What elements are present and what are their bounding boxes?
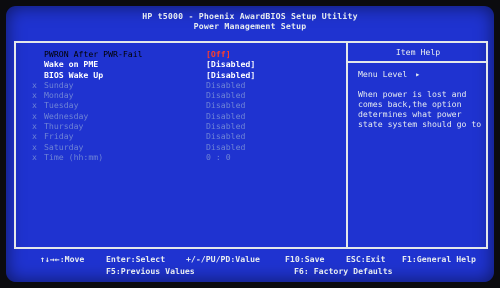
setting-label: Tuesday: [44, 100, 79, 111]
key-value: +/-/PU/PD:Value: [186, 254, 260, 264]
key-move: ↑↓→←:Move: [40, 254, 85, 264]
bios-screen: HP t5000 - Phoenix AwardBIOS Setup Utili…: [6, 6, 494, 282]
setting-row-saturday: x Saturday Disabled: [16, 142, 346, 152]
unavailable-marker: x: [32, 121, 37, 132]
unavailable-marker: x: [32, 131, 37, 142]
setting-label: Thursday: [44, 121, 84, 132]
setting-label: Wednesday: [44, 110, 89, 121]
setting-label: Friday: [44, 131, 74, 142]
setting-value: Disabled: [206, 110, 246, 121]
setting-row-pwron-after-pwr-fail[interactable]: PWRON After PWR-Fail [Off]: [16, 49, 346, 59]
setting-label: Time (hh:mm): [44, 151, 104, 162]
setting-value: Disabled: [206, 121, 246, 132]
menu-level-label: Menu Level: [358, 69, 408, 79]
key-exit: ESC:Exit: [346, 254, 386, 264]
key-legend: ↑↓→←:Move Enter:Select +/-/PU/PD:Value F…: [14, 254, 488, 278]
setting-value[interactable]: [Off]: [206, 49, 231, 59]
setting-row-bios-wake-up[interactable]: BIOS Wake Up [Disabled]: [16, 70, 346, 80]
setting-label: Sunday: [44, 79, 74, 90]
setting-value: Disabled: [206, 79, 246, 90]
setting-row-time: x Time (hh:mm) 0 : 0: [16, 152, 346, 162]
setting-value[interactable]: [Disabled]: [206, 59, 255, 69]
settings-list: PWRON After PWR-Fail [Off] Wake on PME […: [16, 49, 346, 162]
setting-row-tuesday: x Tuesday Disabled: [16, 100, 346, 110]
title-line1: HP t5000 - Phoenix AwardBIOS Setup Utili…: [142, 11, 358, 21]
setting-value[interactable]: [Disabled]: [206, 70, 255, 80]
title-line2: Power Management Setup: [193, 21, 307, 31]
unavailable-marker: x: [32, 141, 37, 152]
setting-row-monday: x Monday Disabled: [16, 90, 346, 100]
unavailable-marker: x: [32, 79, 37, 90]
bios-title: HP t5000 - Phoenix AwardBIOS Setup Utili…: [6, 11, 494, 31]
unavailable-marker: x: [32, 151, 37, 162]
key-general-help: F1:General Help: [402, 254, 476, 264]
item-help-text: When power is lost and comes back,the op…: [358, 89, 482, 129]
help-separator: [348, 61, 488, 63]
setting-row-wednesday: x Wednesday Disabled: [16, 111, 346, 121]
key-previous-values: F5:Previous Values: [106, 266, 195, 276]
key-save: F10:Save: [285, 254, 325, 264]
setting-row-sunday: x Sunday Disabled: [16, 80, 346, 90]
setting-value: Disabled: [206, 90, 246, 101]
setting-value: Disabled: [206, 141, 246, 152]
setting-row-friday: x Friday Disabled: [16, 131, 346, 141]
unavailable-marker: x: [32, 110, 37, 121]
setting-value: 0 : 0: [206, 151, 231, 162]
key-factory-defaults: F6: Factory Defaults: [294, 266, 393, 276]
setting-label: Saturday: [44, 141, 84, 152]
key-select: Enter:Select: [106, 254, 166, 264]
setting-label: Wake on PME: [44, 59, 99, 70]
unavailable-marker: x: [32, 90, 37, 101]
setting-value: Disabled: [206, 131, 246, 142]
setting-row-wake-on-pme[interactable]: Wake on PME [Disabled]: [16, 59, 346, 69]
setting-label: BIOS Wake Up: [44, 69, 104, 80]
unavailable-marker: x: [32, 100, 37, 111]
setting-label: PWRON After PWR-Fail: [44, 49, 143, 59]
setting-label: Monday: [44, 90, 74, 101]
menu-level: Menu Level ▸: [358, 69, 420, 79]
menu-level-arrow-icon: ▸: [415, 69, 421, 79]
item-help-heading: Item Help: [395, 47, 441, 57]
settings-panel: PWRON After PWR-Fail [Off] Wake on PME […: [14, 41, 488, 249]
setting-row-thursday: x Thursday Disabled: [16, 121, 346, 131]
panel-divider: [346, 43, 348, 247]
setting-value: Disabled: [206, 100, 246, 111]
